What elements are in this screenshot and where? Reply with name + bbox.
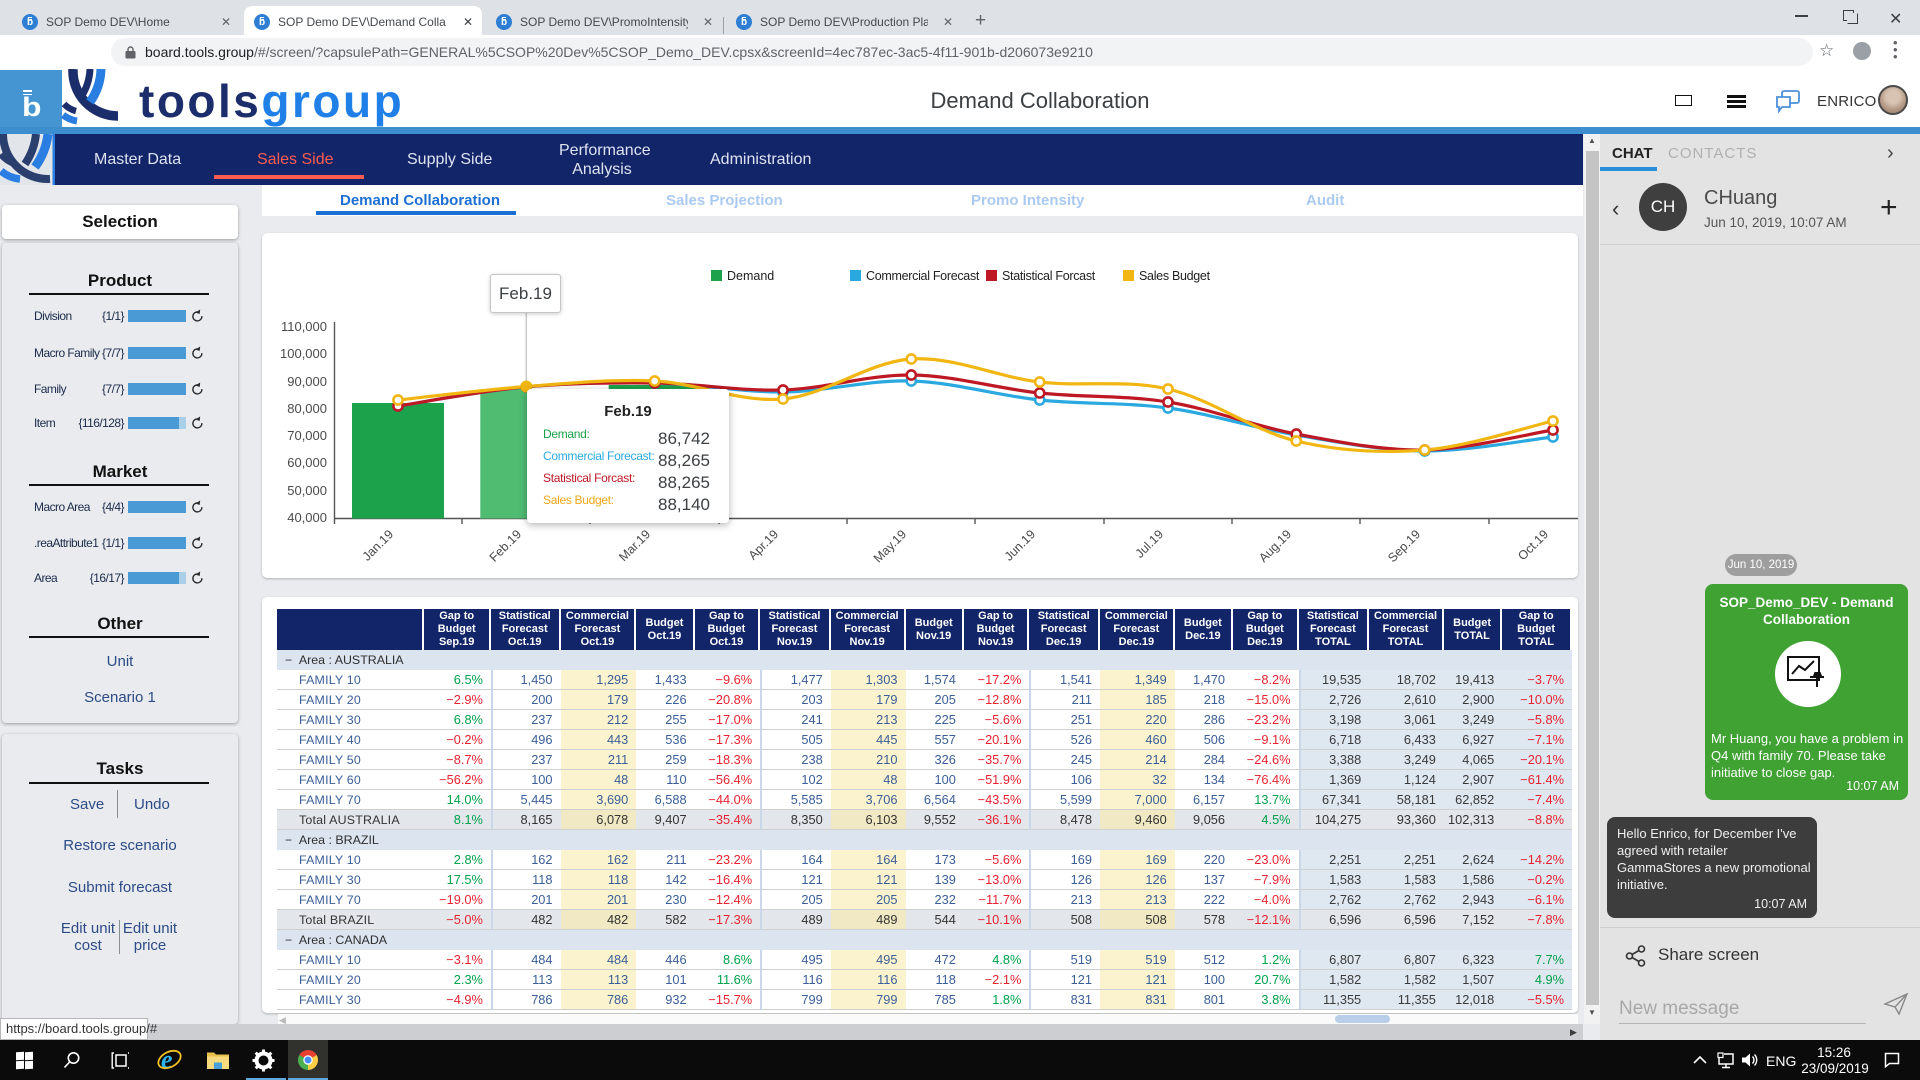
svg-text:Oct.19: Oct.19 xyxy=(1515,527,1551,563)
svg-text:Statistical Forcast: Statistical Forcast xyxy=(1002,269,1096,283)
svg-text:60,000: 60,000 xyxy=(287,455,327,470)
svg-text:Jan.19: Jan.19 xyxy=(360,527,396,563)
svg-text:100,000: 100,000 xyxy=(280,346,327,361)
svg-text:110,000: 110,000 xyxy=(281,319,327,334)
svg-text:40,000: 40,000 xyxy=(287,510,327,525)
svg-text:80,000: 80,000 xyxy=(287,401,327,416)
svg-text:Jun.19: Jun.19 xyxy=(1002,527,1038,563)
svg-text:Demand: Demand xyxy=(727,269,774,283)
svg-text:Sales Budget: Sales Budget xyxy=(1139,269,1211,283)
svg-text:Feb.19: Feb.19 xyxy=(487,527,524,564)
svg-text:May.19: May.19 xyxy=(871,527,909,565)
svg-text:Aug.19: Aug.19 xyxy=(1256,527,1294,565)
svg-text:50,000: 50,000 xyxy=(287,483,327,498)
svg-text:Commercial Forecast: Commercial Forecast xyxy=(866,269,980,283)
svg-text:70,000: 70,000 xyxy=(287,428,327,443)
svg-text:90,000: 90,000 xyxy=(287,374,327,389)
svg-text:Sep.19: Sep.19 xyxy=(1385,527,1423,565)
svg-text:Jul.19: Jul.19 xyxy=(1133,527,1167,561)
svg-text:Mar.19: Mar.19 xyxy=(616,527,653,564)
svg-text:Apr.19: Apr.19 xyxy=(746,527,781,562)
